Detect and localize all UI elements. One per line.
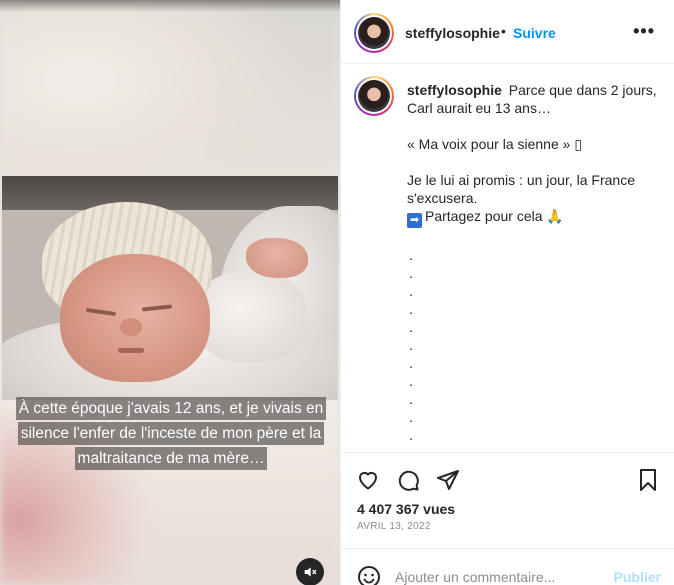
publish-button[interactable]: Publier xyxy=(614,569,661,585)
follow-button[interactable]: Suivre xyxy=(513,25,556,41)
post-date[interactable]: AVRIL 13, 2022 xyxy=(357,521,431,532)
avatar[interactable] xyxy=(354,13,394,53)
like-button[interactable] xyxy=(355,467,381,493)
share-icon xyxy=(437,470,459,490)
video-caption-line-2: silence l'enfer de l'inceste de mon père… xyxy=(17,422,325,445)
right-arrow-icon: ➡ xyxy=(407,213,422,228)
caption-bullet: . xyxy=(409,283,413,299)
baby-photo xyxy=(2,176,338,400)
smiley-icon xyxy=(358,566,380,585)
view-count[interactable]: 4 407 367 vues xyxy=(357,501,455,517)
caption-bullet: . xyxy=(409,301,413,317)
caption-bullet: . xyxy=(409,319,413,335)
caption-bullet: . xyxy=(407,444,657,451)
caption-bullet: . xyxy=(409,427,413,443)
caption-bullet: . xyxy=(409,391,413,407)
post-caption: steffylosophie Parce que dans 2 jours, C… xyxy=(407,81,657,451)
caption-bullet: . xyxy=(409,355,413,371)
caption-line-2: « Ma voix pour la sienne » ▯ xyxy=(407,136,583,152)
comment-bar: Publier xyxy=(341,548,674,585)
caption-bullet: . xyxy=(409,247,413,263)
video-caption: À cette époque j'avais 12 ans, et je viv… xyxy=(14,396,328,471)
post-media[interactable]: À cette époque j'avais 12 ans, et je viv… xyxy=(0,0,340,585)
caption-bullet: . xyxy=(409,409,413,425)
muted-speaker-icon xyxy=(304,567,317,577)
video-caption-line-1: À cette époque j'avais 12 ans, et je viv… xyxy=(15,397,327,420)
caption-bullet: . xyxy=(409,373,413,389)
caption-scroll-area[interactable]: steffylosophie Parce que dans 2 jours, C… xyxy=(341,65,674,451)
comment-icon xyxy=(398,470,419,491)
action-bar: 4 407 367 vues AVRIL 13, 2022 xyxy=(341,452,674,548)
header-separator: • xyxy=(501,23,506,39)
share-button[interactable] xyxy=(435,467,461,493)
more-options-icon[interactable]: ••• xyxy=(633,21,655,42)
post-header: steffylosophie • Suivre ••• xyxy=(341,0,674,64)
heart-icon xyxy=(358,471,378,490)
media-top-shade xyxy=(0,0,340,12)
header-username[interactable]: steffylosophie xyxy=(405,25,500,41)
caption-line-3: Je le lui ai promis : un jour, la France… xyxy=(407,172,635,206)
bookmark-icon xyxy=(640,469,656,491)
emoji-button[interactable] xyxy=(357,565,381,585)
mute-button[interactable] xyxy=(296,558,324,585)
caption-line-4: Partagez pour cela 🙏 xyxy=(425,208,564,224)
save-button[interactable] xyxy=(635,467,661,493)
comment-button[interactable] xyxy=(395,467,421,493)
caption-bullet: . xyxy=(409,265,413,281)
caption-username[interactable]: steffylosophie xyxy=(407,82,502,98)
caption-avatar[interactable] xyxy=(354,76,394,116)
post-side-panel: steffylosophie • Suivre ••• steffylosoph… xyxy=(340,0,674,585)
video-caption-line-3: maltraitance de ma mère… xyxy=(74,447,268,470)
caption-bullet: . xyxy=(409,337,413,353)
comment-input[interactable] xyxy=(395,568,595,585)
